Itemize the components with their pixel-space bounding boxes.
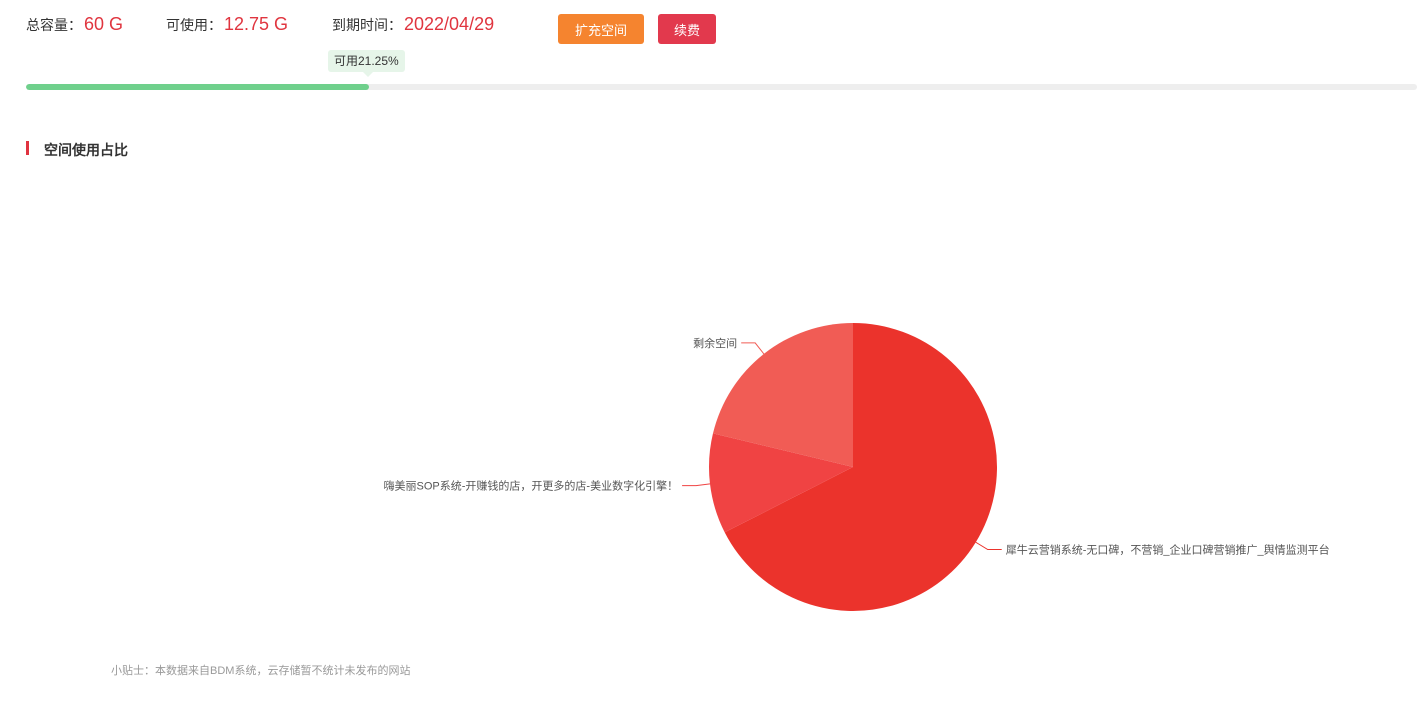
pie-label-line-2 xyxy=(741,342,765,355)
pie-label-line-1 xyxy=(682,483,711,487)
space-usage-pie-chart: 犀牛云营销系统-无口碑，不营销_企业口碑营销推广_舆情监测平台 嗨美丽SOP系统-… xyxy=(384,323,1330,611)
tip-text: 小贴士：本数据来自BDM系统，云存储暂不统计未发布的网站 xyxy=(111,665,411,677)
pie-label-0: 犀牛云营销系统-无口碑，不营销_企业口碑营销推广_舆情监测平台 xyxy=(1006,543,1330,557)
storage-page: 总容量： 60 G 可使用： 12.75 G 到期时间： 2022/04/29 … xyxy=(0,0,1417,725)
pie-label-1: 嗨美丽SOP系统-开赚钱的店，开更多的店-美业数字化引擎！ xyxy=(384,479,679,493)
pie-label-2: 剩余空间 xyxy=(693,336,737,350)
pie-label-line-0 xyxy=(975,541,1002,551)
pie-slices xyxy=(709,323,998,611)
